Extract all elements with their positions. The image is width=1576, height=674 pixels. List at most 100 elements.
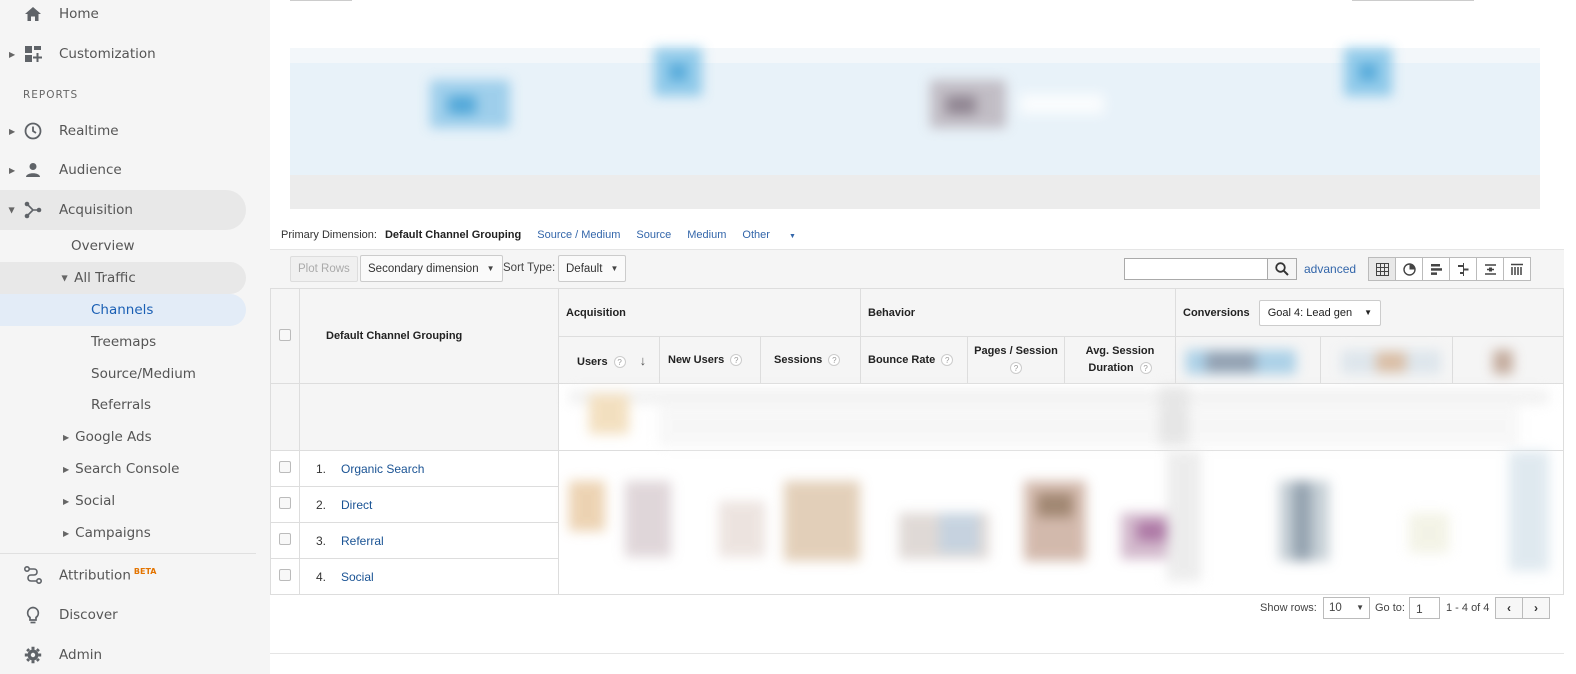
nav-overview[interactable]: Overview	[71, 230, 135, 262]
table-view-button[interactable]	[1368, 257, 1396, 281]
nav-social[interactable]: ▶ Social	[63, 485, 115, 517]
primary-dimension-current: Default Channel Grouping	[384, 229, 522, 241]
acquisition-icon	[23, 200, 43, 220]
help-icon[interactable]: ?	[613, 355, 626, 368]
row-checkbox[interactable]	[279, 569, 291, 581]
row-checkbox-cell	[270, 486, 300, 523]
dimension-source-medium-link[interactable]: Source / Medium	[537, 229, 620, 241]
dimension-other-dropdown[interactable]: Other ▼	[742, 229, 812, 241]
show-rows-label: Show rows:	[1260, 602, 1317, 614]
term-cloud-view-button[interactable]	[1476, 257, 1504, 281]
table-row[interactable]: 1. Organic Search	[270, 450, 1564, 595]
show-rows-select[interactable]: 10 ▼	[1323, 597, 1370, 619]
nav-audience[interactable]: ▶ Audience	[0, 150, 246, 190]
pie-view-button[interactable]	[1395, 257, 1423, 281]
help-icon[interactable]: ?	[1010, 362, 1022, 374]
sidebar: Home ▶ Customization REPORTS ▶ Realtime …	[0, 0, 270, 674]
dimension-header[interactable]: Default Channel Grouping	[299, 288, 559, 384]
advanced-filter-link[interactable]: advanced	[1304, 262, 1356, 276]
lightbulb-icon	[23, 605, 43, 625]
nav-all-traffic[interactable]: ▶ All Traffic	[0, 262, 246, 294]
sort-type-value: Default	[566, 262, 603, 275]
nav-customization[interactable]: ▶ Customization	[0, 34, 246, 74]
clock-icon	[23, 121, 43, 141]
row-link[interactable]: Social	[341, 570, 374, 584]
nav-google-ads[interactable]: ▶ Google Ads	[63, 421, 152, 453]
avg-session-duration-column-header[interactable]: Avg. Session Duration?	[1064, 336, 1176, 384]
pagination-nav: ‹ ›	[1495, 597, 1550, 619]
conversion-column-header-3[interactable]	[1452, 336, 1564, 384]
row-checkbox[interactable]	[279, 497, 291, 509]
nav-campaigns-label: Campaigns	[75, 525, 151, 541]
nav-search-console[interactable]: ▶ Search Console	[63, 453, 179, 485]
main-content: Primary Dimension: Default Channel Group…	[270, 0, 1576, 674]
help-icon[interactable]: ?	[1139, 362, 1152, 374]
nav-campaigns[interactable]: ▶ Campaigns	[63, 517, 151, 549]
totals-row	[270, 383, 1564, 451]
nav-admin-label: Admin	[59, 647, 103, 663]
person-icon	[23, 160, 43, 180]
chevron-right-icon: ›	[1534, 601, 1538, 615]
plot-rows-button[interactable]: Plot Rows	[290, 256, 358, 282]
row-checkbox-cell	[270, 522, 300, 559]
pages-session-column-header[interactable]: Pages / Session?	[967, 336, 1065, 384]
dimension-source-link[interactable]: Source	[636, 229, 671, 241]
table-footer: Show rows: 10 ▼ Go to: 1 1 - 4 of 4 ‹ ›	[270, 595, 1564, 623]
nav-channels[interactable]: Channels	[0, 294, 246, 326]
nav-home[interactable]: Home	[0, 0, 246, 34]
attribution-icon	[23, 565, 43, 585]
primary-dimension-label: Primary Dimension:	[281, 229, 377, 241]
select-all-checkbox[interactable]	[279, 328, 291, 341]
nav-realtime-label: Realtime	[59, 123, 119, 139]
help-icon[interactable]: ?	[730, 354, 743, 366]
caret-right-icon: ▶	[9, 49, 16, 59]
new-users-label: New Users	[668, 354, 725, 366]
nav-admin[interactable]: Admin	[0, 635, 246, 674]
comparison-view-button[interactable]	[1449, 257, 1477, 281]
users-column-header[interactable]: Users? ↓	[558, 336, 660, 384]
nav-discover[interactable]: Discover	[0, 595, 246, 635]
pivot-view-button[interactable]	[1503, 257, 1531, 281]
sessions-column-header[interactable]: Sessions?	[760, 336, 861, 384]
bounce-rate-column-header[interactable]: Bounce Rate?	[860, 336, 968, 384]
performance-view-button[interactable]	[1422, 257, 1450, 281]
row-label-cell: 4. Social	[299, 558, 559, 595]
conversion-column-header-2[interactable]	[1320, 336, 1453, 384]
nav-all-traffic-label: All Traffic	[74, 270, 136, 286]
row-number: 4.	[316, 569, 327, 584]
nav-treemaps[interactable]: Treemaps	[91, 326, 156, 358]
row-link[interactable]: Referral	[341, 534, 384, 548]
nav-source-medium[interactable]: Source/Medium	[91, 358, 196, 390]
table-search-input[interactable]	[1124, 258, 1268, 280]
nav-realtime[interactable]: ▶ Realtime	[0, 111, 246, 151]
dimension-medium-link[interactable]: Medium	[687, 229, 726, 241]
nav-social-label: Social	[75, 493, 116, 509]
bounce-rate-label: Bounce Rate	[868, 354, 936, 366]
avg-session-label-2: Duration	[1088, 362, 1134, 374]
sidebar-divider	[0, 553, 256, 554]
goal-select-value: Goal 4: Lead gen	[1267, 306, 1353, 319]
prev-page-button[interactable]: ‹	[1495, 597, 1523, 619]
conversion-column-header-1[interactable]	[1175, 336, 1321, 384]
next-page-button[interactable]: ›	[1522, 597, 1550, 619]
search-button[interactable]	[1267, 258, 1297, 280]
nav-referrals[interactable]: Referrals	[91, 389, 151, 421]
sort-type-select[interactable]: Default ▼	[558, 255, 627, 282]
help-icon[interactable]: ?	[941, 354, 954, 366]
row-link[interactable]: Direct	[341, 498, 372, 512]
goto-page-input[interactable]: 1	[1409, 597, 1440, 619]
nav-acquisition[interactable]: ▶ Acquisition	[0, 190, 246, 230]
row-checkbox[interactable]	[279, 461, 291, 473]
help-icon[interactable]: ?	[828, 354, 841, 366]
secondary-dimension-select[interactable]: Secondary dimension ▼	[360, 255, 503, 282]
bar-chart-icon	[1430, 263, 1442, 275]
row-link[interactable]: Organic Search	[341, 462, 424, 476]
nav-audience-label: Audience	[59, 162, 122, 178]
row-checkbox[interactable]	[279, 533, 291, 545]
goto-label: Go to:	[1375, 602, 1405, 614]
behavior-group-header: Behavior	[860, 288, 1176, 337]
nav-attribution[interactable]: Attribution BETA	[0, 555, 246, 595]
goal-select[interactable]: Goal 4: Lead gen ▼	[1258, 299, 1382, 326]
grid-icon	[1375, 262, 1389, 276]
new-users-column-header[interactable]: New Users?	[659, 336, 761, 384]
